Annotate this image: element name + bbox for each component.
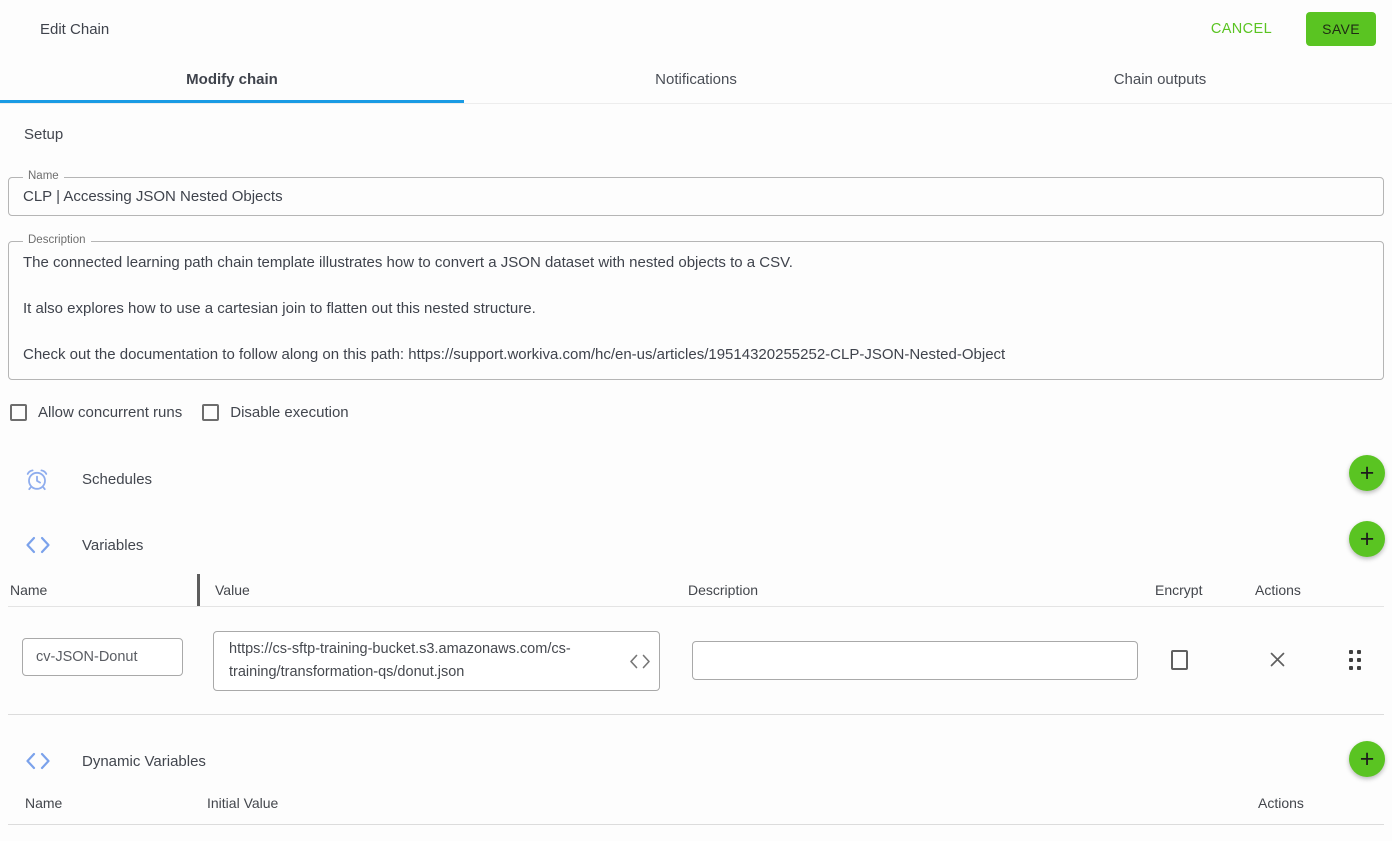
variables-header-actions: Actions [1255,582,1384,598]
schedules-section-title: Schedules [82,471,152,488]
dynamic-variables-header-name: Name [25,795,207,811]
variable-value-text[interactable]: https://cs-sftp-training-bucket.s3.amazo… [229,638,623,684]
plus-icon: + [1360,527,1375,552]
header-bar: Edit Chain CANCEL SAVE [0,0,1392,58]
setup-section-title: Setup [24,126,1384,143]
dynamic-variables-header-actions: Actions [1258,795,1384,811]
variables-section: Variables + [8,525,1384,565]
bottom-divider [8,824,1384,825]
add-schedule-button[interactable]: + [1349,455,1385,491]
add-dynamic-variable-button[interactable]: + [1349,741,1385,777]
delete-variable-button[interactable] [1268,650,1287,669]
dynamic-variables-section-title: Dynamic Variables [82,753,206,770]
tab-notifications[interactable]: Notifications [464,58,928,103]
section-divider [8,714,1384,715]
disable-execution-option[interactable]: Disable execution [202,404,348,421]
description-field[interactable]: Description The connected learning path … [8,241,1384,380]
modify-chain-panel: Setup Name CLP | Accessing JSON Nested O… [0,126,1392,825]
disable-execution-checkbox[interactable] [202,404,219,421]
variables-header-name: Name [10,582,197,598]
tab-chain-outputs[interactable]: Chain outputs [928,58,1392,103]
variables-table-header: Name Value Description Encrypt Actions [8,574,1384,607]
variables-header-encrypt: Encrypt [1155,582,1255,598]
add-variable-button[interactable]: + [1349,521,1385,557]
run-options: Allow concurrent runs Disable execution [10,404,1384,421]
allow-concurrent-runs-label: Allow concurrent runs [38,404,182,421]
drag-handle-icon[interactable] [1349,650,1361,670]
variable-row: cv-JSON-Donut https://cs-sftp-training-b… [8,630,1384,691]
disable-execution-label: Disable execution [230,404,348,421]
code-icon [25,536,51,554]
allow-concurrent-runs-option[interactable]: Allow concurrent runs [10,404,182,421]
page-title: Edit Chain [40,21,109,38]
alarm-clock-icon [25,467,51,492]
variable-value-input[interactable]: https://cs-sftp-training-bucket.s3.amazo… [213,631,660,691]
plus-icon: + [1360,747,1375,772]
code-icon [25,752,51,770]
code-editor-icon[interactable] [629,654,651,669]
dynamic-variables-header-initial-value: Initial Value [207,795,1258,811]
description-field-value[interactable]: The connected learning path chain templa… [9,242,1383,379]
save-button[interactable]: SAVE [1306,12,1376,46]
variable-description-input[interactable] [692,641,1138,680]
name-field[interactable]: Name CLP | Accessing JSON Nested Objects [8,177,1384,216]
x-icon [1268,650,1287,669]
tab-bar: Modify chain Notifications Chain outputs [0,58,1392,104]
tab-modify-chain[interactable]: Modify chain [0,58,464,103]
variable-name-input[interactable]: cv-JSON-Donut [22,638,183,676]
encrypt-checkbox[interactable] [1171,650,1188,670]
name-field-label: Name [23,170,64,182]
description-field-label: Description [23,234,91,246]
variables-header-description: Description [688,582,1155,598]
variables-header-value: Value [197,574,688,606]
dynamic-variables-section: Dynamic Variables + [8,741,1384,781]
header-actions: CANCEL SAVE [1205,12,1376,46]
allow-concurrent-runs-checkbox[interactable] [10,404,27,421]
schedules-section: Schedules + [8,459,1384,499]
name-field-value[interactable]: CLP | Accessing JSON Nested Objects [9,178,1383,215]
cancel-button[interactable]: CANCEL [1205,20,1278,38]
plus-icon: + [1360,461,1375,486]
dynamic-variables-table-header: Name Initial Value Actions [8,795,1384,811]
variables-section-title: Variables [82,537,143,554]
